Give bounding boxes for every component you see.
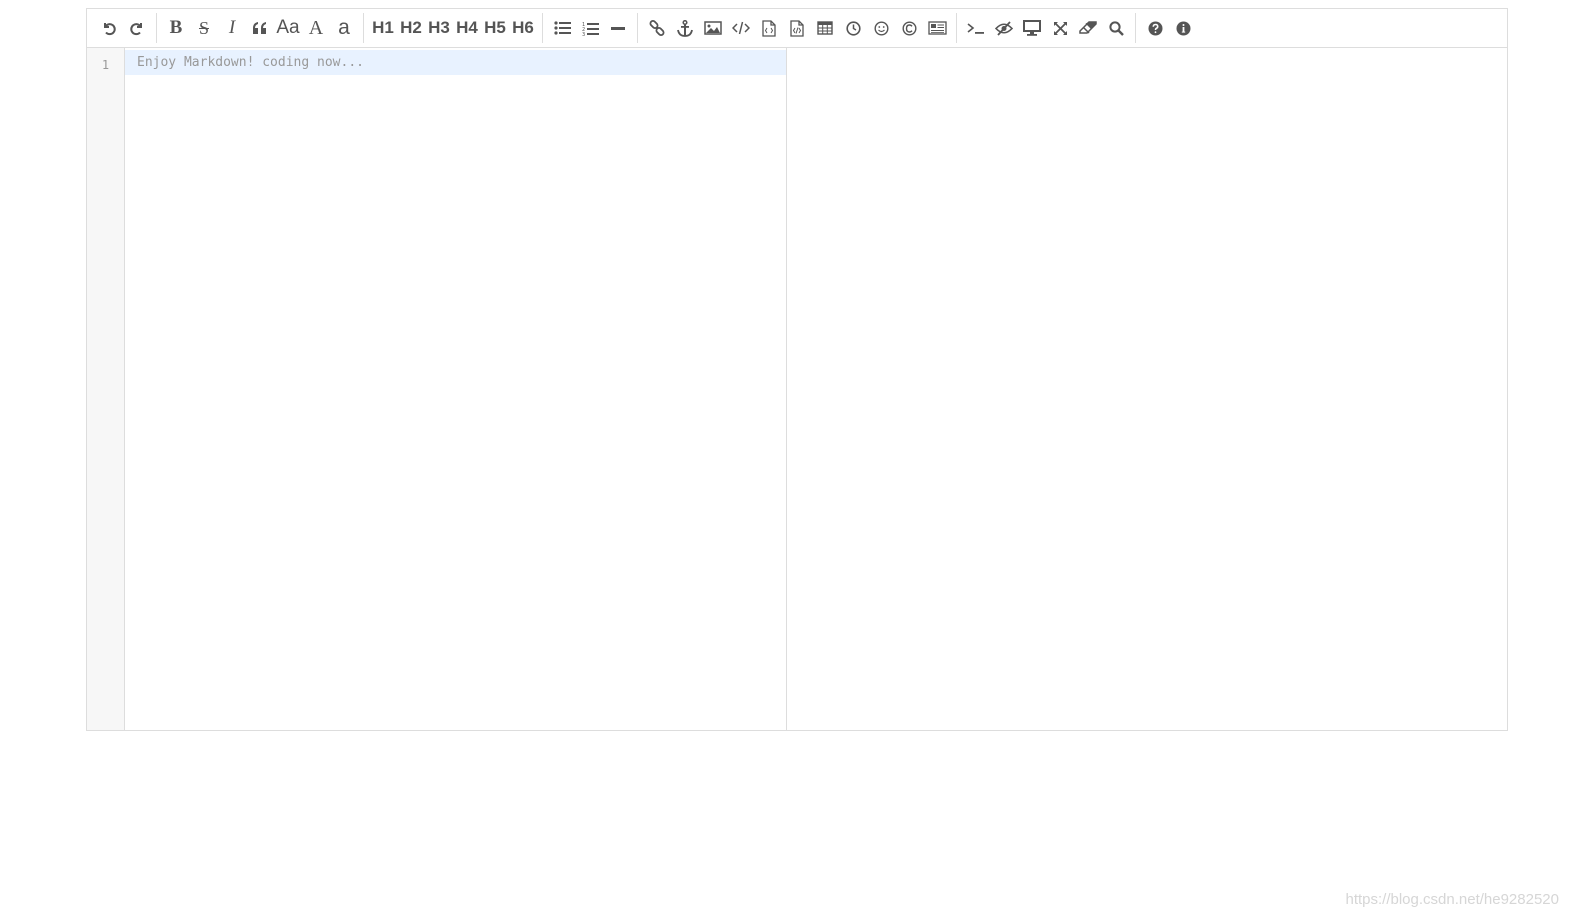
markdown-editor: B S I Aa A a H1 H2 H3 H4 H5 H6 123 1 Enj… — [86, 8, 1508, 731]
quote-icon — [253, 22, 266, 34]
h1-label: H1 — [372, 18, 394, 37]
lowercase-label: a — [338, 16, 350, 39]
goto-line-icon — [967, 23, 984, 34]
anchor-button[interactable] — [671, 13, 699, 43]
undo-icon — [104, 23, 116, 36]
pagebreak-icon — [927, 21, 947, 35]
image-button[interactable] — [699, 13, 727, 43]
h3-label: H3 — [428, 18, 450, 37]
svg-text:3: 3 — [582, 32, 585, 36]
redo-icon — [130, 23, 142, 36]
code-icon — [732, 21, 750, 35]
watch-toggle-button[interactable] — [990, 13, 1018, 43]
code-button[interactable] — [727, 13, 755, 43]
preview-button[interactable] — [1018, 13, 1046, 43]
code-block-button[interactable] — [783, 13, 811, 43]
ordered-list-icon: 123 — [582, 22, 599, 36]
clear-button[interactable] — [1074, 13, 1102, 43]
table-icon — [817, 21, 833, 35]
redo-button[interactable] — [123, 13, 151, 43]
help-button[interactable] — [1141, 13, 1169, 43]
ucwords-label: Aa — [276, 17, 300, 38]
h4-button[interactable]: H4 — [453, 13, 481, 43]
link-button[interactable] — [643, 13, 671, 43]
emoji-icon — [873, 20, 889, 36]
goto-line-button[interactable] — [962, 13, 990, 43]
h5-label: H5 — [484, 18, 506, 37]
fullscreen-button[interactable] — [1046, 13, 1074, 43]
lowercase-button[interactable]: a — [330, 13, 358, 43]
markdown-input-area[interactable]: Enjoy Markdown! coding now... — [125, 48, 787, 730]
uppercase-button[interactable]: A — [302, 13, 330, 43]
emoji-button[interactable] — [867, 13, 895, 43]
horizontal-rule-button[interactable] — [604, 13, 632, 43]
search-icon — [1108, 20, 1124, 36]
search-button[interactable] — [1102, 13, 1130, 43]
fullscreen-icon — [1053, 21, 1067, 35]
h5-button[interactable]: H5 — [481, 13, 509, 43]
line-number: 1 — [101, 58, 110, 72]
datetime-button[interactable] — [839, 13, 867, 43]
h1-button[interactable]: H1 — [369, 13, 397, 43]
strikethrough-label: S — [198, 17, 209, 38]
table-button[interactable] — [811, 13, 839, 43]
strikethrough-button[interactable]: S — [190, 13, 218, 43]
toolbar-divider — [637, 13, 638, 43]
ordered-list-button[interactable]: 123 — [576, 13, 604, 43]
clear-icon — [1079, 21, 1097, 34]
toolbar-divider — [1135, 13, 1136, 43]
bold-label: B — [169, 17, 183, 38]
toolbar-divider — [363, 13, 364, 43]
undo-button[interactable] — [95, 13, 123, 43]
italic-button[interactable]: I — [218, 13, 246, 43]
unordered-list-icon — [553, 21, 571, 35]
pagebreak-button[interactable] — [923, 13, 951, 43]
watermark: https://blog.csdn.net/he9282520 — [1345, 891, 1559, 908]
image-icon — [704, 21, 722, 35]
code-block-icon — [790, 19, 804, 37]
preformatted-code-button[interactable] — [755, 13, 783, 43]
info-button[interactable] — [1169, 13, 1197, 43]
italic-label: I — [228, 17, 236, 38]
h6-button[interactable]: H6 — [509, 13, 537, 43]
datetime-icon — [845, 20, 861, 36]
h3-button[interactable]: H3 — [425, 13, 453, 43]
anchor-icon — [677, 19, 693, 37]
info-icon — [1176, 21, 1190, 35]
h2-label: H2 — [400, 18, 422, 37]
watch-toggle-icon — [995, 20, 1013, 36]
preformatted-code-icon — [762, 19, 776, 37]
uppercase-label: A — [308, 16, 324, 39]
bold-button[interactable]: B — [162, 13, 190, 43]
toolbar: B S I Aa A a H1 H2 H3 H4 H5 H6 123 — [87, 9, 1507, 48]
quote-button[interactable] — [246, 13, 274, 43]
editor-placeholder: Enjoy Markdown! coding now... — [137, 55, 364, 70]
preview-pane — [787, 48, 1507, 730]
ucwords-button[interactable]: Aa — [274, 13, 302, 43]
preview-icon — [1023, 20, 1041, 36]
line-number-gutter: 1 — [87, 48, 125, 730]
html-entities-icon — [901, 20, 917, 36]
unordered-list-button[interactable] — [548, 13, 576, 43]
h6-label: H6 — [512, 18, 534, 37]
help-icon — [1148, 21, 1162, 35]
html-entities-button[interactable] — [895, 13, 923, 43]
h2-button[interactable]: H2 — [397, 13, 425, 43]
link-icon — [649, 20, 665, 36]
toolbar-divider — [542, 13, 543, 43]
toolbar-divider — [956, 13, 957, 43]
toolbar-divider — [156, 13, 157, 43]
h4-label: H4 — [456, 18, 478, 37]
horizontal-rule-icon — [611, 27, 625, 30]
